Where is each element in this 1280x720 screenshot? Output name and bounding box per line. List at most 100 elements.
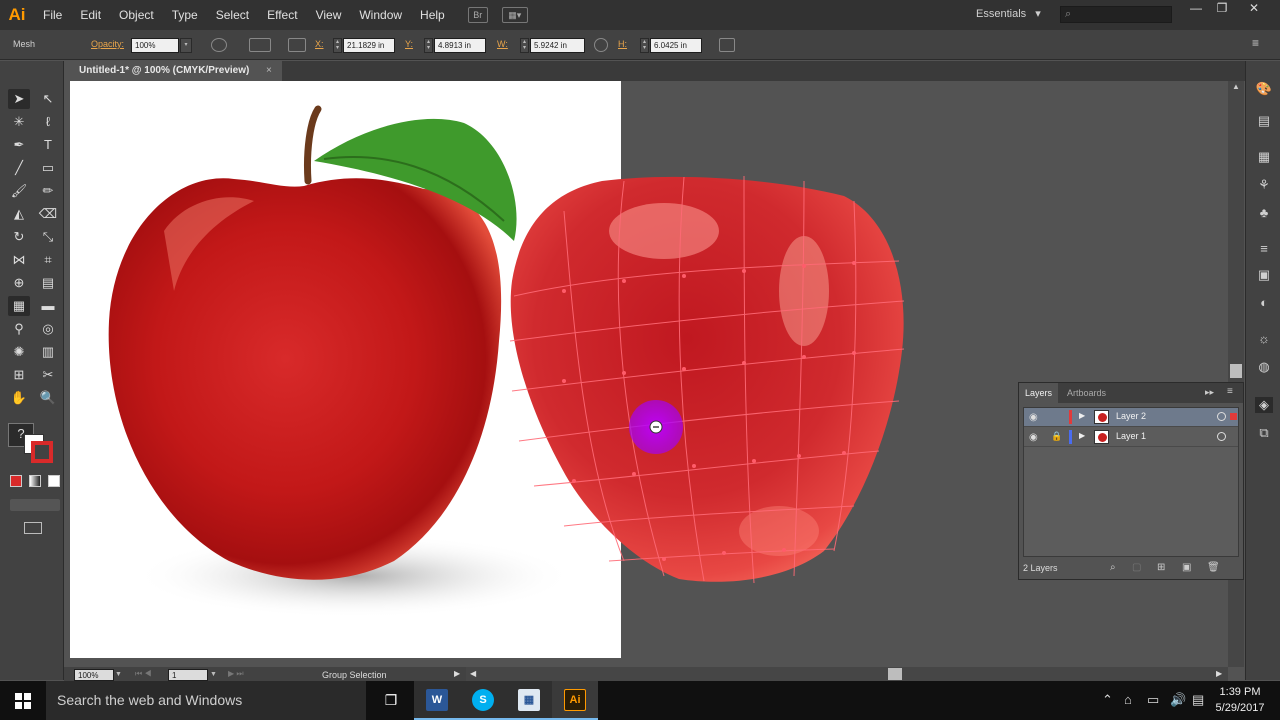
taskbar-clock[interactable]: 1:39 PM 5/29/2017 [1212, 684, 1268, 716]
align-icon[interactable] [249, 38, 271, 52]
scale-tool-icon[interactable]: ⤡ [37, 227, 59, 247]
expand-arrow-icon[interactable]: ▶ [1079, 431, 1085, 440]
show-hidden-icons[interactable]: ⌃ [1102, 692, 1113, 708]
menu-effect[interactable]: Effect [258, 0, 306, 30]
artboard-number-field[interactable]: 1 [168, 669, 208, 681]
swatches-icon[interactable]: ▦ [1255, 149, 1273, 165]
menu-window[interactable]: Window [350, 0, 411, 30]
bridge-button[interactable]: Br [467, 7, 488, 23]
screen-mode-icon[interactable] [24, 522, 42, 534]
task-view-button[interactable]: ❐ [368, 681, 414, 720]
recolor-icon[interactable] [211, 38, 227, 52]
artboard-dropdown-icon[interactable]: ▼ [210, 669, 221, 681]
menu-select[interactable]: Select [207, 0, 258, 30]
photo-apple[interactable] [108, 105, 574, 618]
horizontal-scrollbar[interactable] [466, 667, 1228, 681]
tab-artboards[interactable]: Artboards [1061, 383, 1112, 403]
expand-arrow-icon[interactable]: ▶ [1079, 411, 1085, 420]
status-menu-arrow-icon[interactable]: ▶ [454, 669, 460, 678]
layer-row-1[interactable]: ◉ 🔒 ▶ Layer 1 [1024, 428, 1238, 447]
volume-icon[interactable]: 🔊 [1170, 692, 1186, 708]
shaper-tool-icon[interactable]: ◭ [8, 204, 30, 224]
lasso-tool-icon[interactable]: ℓ [37, 112, 59, 132]
color-mode-icon[interactable] [10, 475, 22, 487]
column-graph-tool-icon[interactable]: ▥ [37, 342, 59, 362]
close-tab-icon[interactable]: × [266, 61, 278, 81]
slice-tool-icon[interactable]: ✂ [37, 365, 59, 385]
transform-icon[interactable] [719, 38, 735, 52]
menu-edit[interactable]: Edit [71, 0, 110, 30]
target-circle-icon[interactable] [1217, 432, 1226, 441]
pencil-tool-icon[interactable]: ✏ [37, 181, 59, 201]
mesh-apple[interactable] [509, 175, 905, 584]
layer-name[interactable]: Layer 1 [1116, 431, 1146, 441]
shape-builder-tool-icon[interactable]: ⊕ [8, 273, 30, 293]
scroll-right-icon[interactable]: ▶ [1216, 669, 1222, 678]
menu-object[interactable]: Object [110, 0, 163, 30]
locate-object-icon[interactable]: ⌕ [1110, 562, 1116, 573]
drawing-modes-icon[interactable] [10, 499, 60, 511]
zoom-tool-icon[interactable]: 🔍 [37, 388, 59, 408]
target-circle-icon[interactable] [1217, 412, 1226, 421]
selection-tool-icon[interactable]: ➤ [8, 89, 30, 109]
pen-tool-icon[interactable]: ✒ [8, 135, 30, 155]
battery-icon[interactable]: ▭ [1147, 692, 1159, 708]
y-field[interactable]: 4.8913 in [434, 38, 486, 53]
brushes-icon[interactable]: ⚘ [1255, 177, 1273, 193]
appearance-icon[interactable]: ☼ [1255, 331, 1273, 347]
arrange-documents-icon[interactable]: ▦▾ [501, 7, 528, 23]
artboard-tool-icon[interactable]: ⊞ [8, 365, 30, 385]
taskbar-app-skype[interactable]: S [460, 681, 506, 720]
hand-tool-icon[interactable]: ✋ [8, 388, 30, 408]
gradient-mode-icon[interactable] [29, 475, 41, 487]
direct-selection-tool-icon[interactable]: ↖ [37, 89, 59, 109]
taskbar-search[interactable]: Search the web and Windows [46, 681, 366, 720]
workspace-switcher[interactable]: Essentials ▾ [976, 7, 1041, 20]
opacity-field[interactable]: 100% [131, 38, 179, 53]
new-layer-icon[interactable]: ▣ [1182, 562, 1191, 573]
properties-icon[interactable]: ▤ [1255, 113, 1273, 129]
artboards-icon[interactable]: ⧉ [1255, 425, 1273, 441]
vertical-scroll-thumb[interactable] [1230, 364, 1242, 378]
h-stepper[interactable]: ▴ ▾ [640, 38, 649, 53]
eraser-tool-icon[interactable]: ⌫ [37, 204, 59, 224]
new-sublayer-icon[interactable]: ⊞ [1157, 562, 1165, 573]
reference-point-icon[interactable] [288, 38, 306, 52]
symbols-icon[interactable]: ♣ [1255, 205, 1273, 221]
clipping-mask-icon[interactable]: ▢ [1132, 562, 1141, 573]
menu-view[interactable]: View [307, 0, 351, 30]
network-icon[interactable]: ⌂ [1124, 692, 1132, 707]
width-tool-icon[interactable]: ⋈ [8, 250, 30, 270]
taskbar-app-photos[interactable]: ▦ [506, 681, 552, 720]
close-button[interactable]: ✕ [1238, 0, 1270, 18]
symbol-sprayer-tool-icon[interactable]: ✺ [8, 342, 30, 362]
y-stepper[interactable]: ▴ ▾ [424, 38, 433, 53]
gradient-icon[interactable]: ▣ [1255, 267, 1273, 283]
fill-stroke-swatches[interactable] [24, 434, 54, 464]
color-guide-icon[interactable]: 🎨 [1255, 81, 1273, 97]
w-stepper[interactable]: ▴ ▾ [520, 38, 529, 53]
scroll-left-icon[interactable]: ◀ [470, 669, 476, 678]
constrain-proportions-icon[interactable] [594, 38, 608, 52]
delete-layer-icon[interactable]: 🗑 [1207, 562, 1220, 573]
layer-row-2[interactable]: ◉ ▶ Layer 2 [1024, 408, 1238, 427]
restore-button[interactable]: ❐ [1206, 0, 1238, 18]
action-center-icon[interactable]: ▤ [1192, 692, 1204, 708]
graphic-styles-icon[interactable]: ◍ [1255, 359, 1273, 375]
last-artboard-icon[interactable]: ▶ ⏭ [228, 669, 244, 679]
transparency-icon[interactable]: ◐ [1255, 295, 1273, 311]
magic-wand-tool-icon[interactable]: ✳ [8, 112, 30, 132]
visibility-eye-icon[interactable]: ◉ [1029, 432, 1038, 443]
opacity-dropdown-icon[interactable]: ▾ [180, 38, 192, 53]
type-tool-icon[interactable]: T [37, 135, 59, 155]
line-tool-icon[interactable]: ╱ [8, 158, 30, 178]
opacity-label[interactable]: Opacity: [91, 39, 124, 49]
paintbrush-tool-icon[interactable]: 🖌 [8, 181, 30, 201]
blend-tool-icon[interactable]: ◎ [37, 319, 59, 339]
document-tab[interactable]: Untitled-1* @ 100% (CMYK/Preview) [70, 61, 282, 81]
zoom-field[interactable]: 100% [74, 669, 114, 681]
layers-icon[interactable]: ◈ [1255, 397, 1273, 413]
visibility-eye-icon[interactable]: ◉ [1029, 412, 1038, 423]
lock-icon[interactable]: 🔒 [1051, 431, 1062, 442]
start-button[interactable] [0, 681, 46, 720]
